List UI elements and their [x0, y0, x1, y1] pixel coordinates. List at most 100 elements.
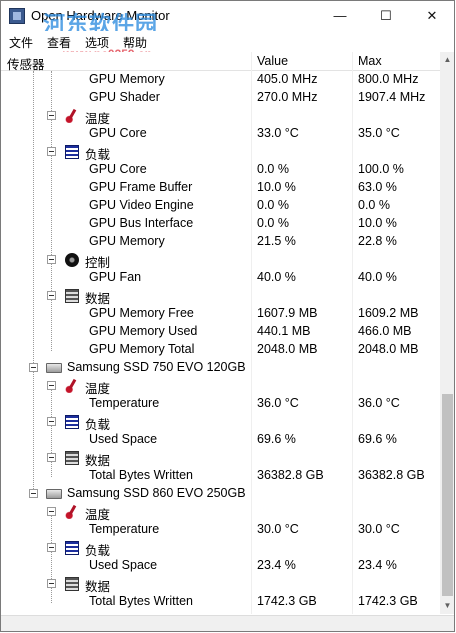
collapse-toggle[interactable]: [47, 507, 56, 516]
thermometer-icon: [65, 109, 79, 123]
hard-drive-icon: [46, 363, 62, 373]
sensor-max: 35.0 °C: [358, 126, 400, 140]
sensor-value: 36.0 °C: [257, 396, 299, 410]
sensor-max: 36.0 °C: [358, 396, 400, 410]
collapse-toggle[interactable]: [29, 489, 38, 498]
data-icon: [65, 451, 79, 465]
sensor-value: 0.0 %: [257, 162, 289, 176]
collapse-toggle[interactable]: [47, 417, 56, 426]
sensor-max: 0.0 %: [358, 198, 390, 212]
sensor-row[interactable]: Used Space 23.4 % 23.4 %: [1, 557, 440, 575]
sensor-row[interactable]: Used Space 69.6 % 69.6 %: [1, 431, 440, 449]
group-row-load[interactable]: 负载: [1, 413, 440, 432]
sensor-max: 100.0 %: [358, 162, 404, 176]
sensor-label: Used Space: [89, 432, 158, 446]
title-bar[interactable]: Open Hardware Monitor 河东软件园 — ☐ ✕: [1, 1, 454, 37]
device-label: Samsung SSD 860 EVO 250GB: [67, 486, 246, 500]
menu-file[interactable]: 文件: [9, 34, 33, 51]
hard-drive-icon: [46, 489, 62, 499]
sensor-row[interactable]: Total Bytes Written 36382.8 GB 36382.8 G…: [1, 467, 440, 485]
group-row-data[interactable]: 数据: [1, 287, 440, 306]
sensor-tree: GPU Memory 405.0 MHz 800.0 MHz GPU Shade…: [1, 71, 440, 616]
scroll-down-arrow-icon[interactable]: ▼: [440, 598, 454, 614]
group-row-load[interactable]: 负载: [1, 143, 440, 162]
collapse-toggle[interactable]: [47, 255, 56, 264]
sensor-label: GPU Memory: [89, 234, 165, 248]
sensor-row[interactable]: GPU Bus Interface 0.0 % 10.0 %: [1, 215, 440, 233]
sensor-label: Temperature: [89, 522, 160, 536]
sensor-row[interactable]: GPU Frame Buffer 10.0 % 63.0 %: [1, 179, 440, 197]
collapse-toggle[interactable]: [47, 111, 56, 120]
sensor-label: GPU Video Engine: [89, 198, 194, 212]
sensor-row[interactable]: GPU Memory 21.5 % 22.8 %: [1, 233, 440, 251]
group-row-data[interactable]: 数据: [1, 575, 440, 594]
column-value[interactable]: Value: [257, 54, 288, 68]
collapse-toggle[interactable]: [47, 453, 56, 462]
sensor-label: GPU Memory: [89, 72, 165, 86]
sensor-max: 69.6 %: [358, 432, 397, 446]
collapse-toggle[interactable]: [29, 363, 38, 372]
sensor-row[interactable]: GPU Memory Used 440.1 MB 466.0 MB: [1, 323, 440, 341]
sensor-row[interactable]: GPU Core 0.0 % 100.0 %: [1, 161, 440, 179]
group-row-load[interactable]: 负载: [1, 539, 440, 558]
load-bars-icon: [65, 541, 79, 555]
sensor-max: 1609.2 MB: [358, 306, 419, 320]
close-button[interactable]: ✕: [409, 1, 454, 31]
sensor-row[interactable]: GPU Core 33.0 °C 35.0 °C: [1, 125, 440, 143]
sensor-max: 10.0 %: [358, 216, 397, 230]
scroll-up-arrow-icon[interactable]: ▲: [440, 52, 454, 68]
collapse-toggle[interactable]: [47, 579, 56, 588]
thermometer-icon: [65, 379, 79, 393]
sensor-row[interactable]: GPU Fan 40.0 % 40.0 %: [1, 269, 440, 287]
sensor-row[interactable]: GPU Shader 270.0 MHz 1907.4 MHz: [1, 89, 440, 107]
collapse-toggle[interactable]: [47, 543, 56, 552]
sensor-max: 1742.3 GB: [358, 594, 418, 608]
sensor-row[interactable]: GPU Memory Total 2048.0 MB 2048.0 MB: [1, 341, 440, 359]
status-strip: [1, 615, 454, 631]
column-max[interactable]: Max: [358, 54, 382, 68]
sensor-label: Used Space: [89, 558, 158, 572]
data-icon: [65, 577, 79, 591]
sensor-value: 2048.0 MB: [257, 342, 318, 356]
device-row-ssd-750[interactable]: Samsung SSD 750 EVO 120GB: [1, 359, 440, 377]
fan-icon: [65, 253, 79, 267]
app-logo-icon: [9, 8, 25, 24]
sensor-value: 10.0 %: [257, 180, 296, 194]
sensor-row[interactable]: GPU Memory 405.0 MHz 800.0 MHz: [1, 71, 440, 89]
sensor-max: 1907.4 MHz: [358, 90, 426, 104]
scrollbar-thumb[interactable]: [442, 394, 453, 596]
sensor-label: GPU Memory Total: [89, 342, 195, 356]
collapse-toggle[interactable]: [47, 147, 56, 156]
group-row-temperature[interactable]: 温度: [1, 503, 440, 522]
vertical-scrollbar[interactable]: ▲ ▼: [440, 52, 454, 614]
sensor-value: 1742.3 GB: [257, 594, 317, 608]
sensor-row[interactable]: GPU Memory Free 1607.9 MB 1609.2 MB: [1, 305, 440, 323]
sensor-value: 405.0 MHz: [257, 72, 318, 86]
sensor-max: 63.0 %: [358, 180, 397, 194]
column-header: 传感器 Value Max: [1, 52, 440, 72]
maximize-button[interactable]: ☐: [363, 1, 409, 31]
group-row-temperature[interactable]: 温度: [1, 107, 440, 126]
group-row-temperature[interactable]: 温度: [1, 377, 440, 396]
sensor-label: Total Bytes Written: [89, 468, 193, 482]
load-bars-icon: [65, 145, 79, 159]
sensor-row[interactable]: GPU Video Engine 0.0 % 0.0 %: [1, 197, 440, 215]
sensor-row[interactable]: Total Bytes Written 1742.3 GB 1742.3 GB: [1, 593, 440, 611]
sensor-value: 69.6 %: [257, 432, 296, 446]
sensor-label: Temperature: [89, 396, 160, 410]
sensor-value: 33.0 °C: [257, 126, 299, 140]
group-row-data[interactable]: 数据: [1, 449, 440, 468]
device-row-ssd-860[interactable]: Samsung SSD 860 EVO 250GB: [1, 485, 440, 503]
group-row-control[interactable]: 控制: [1, 251, 440, 270]
load-bars-icon: [65, 415, 79, 429]
sensor-max: 2048.0 MB: [358, 342, 419, 356]
collapse-toggle[interactable]: [47, 381, 56, 390]
sensor-value: 21.5 %: [257, 234, 296, 248]
minimize-button[interactable]: —: [317, 1, 363, 31]
sensor-label: GPU Core: [89, 126, 147, 140]
data-icon: [65, 289, 79, 303]
sensor-label: GPU Core: [89, 162, 147, 176]
collapse-toggle[interactable]: [47, 291, 56, 300]
sensor-row[interactable]: Temperature 30.0 °C 30.0 °C: [1, 521, 440, 539]
sensor-row[interactable]: Temperature 36.0 °C 36.0 °C: [1, 395, 440, 413]
